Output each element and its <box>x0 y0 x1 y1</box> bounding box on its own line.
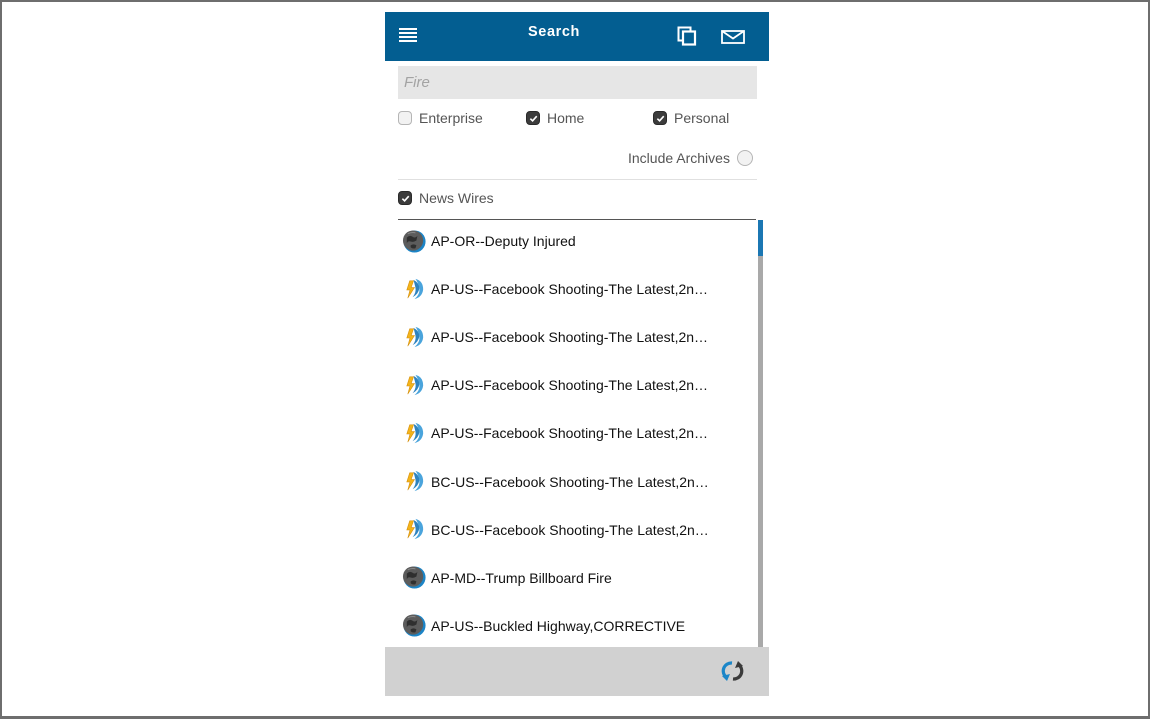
list-item[interactable]: AP-OR--Deputy Injured <box>402 221 752 261</box>
list-item-title: AP-US--Facebook Shooting-The Latest,2n… <box>431 377 709 394</box>
breaking-news-icon <box>402 277 427 302</box>
checkbox-checked-icon <box>653 111 667 125</box>
list-item-title: AP-US--Buckled Highway,CORRECTIVE <box>431 617 686 634</box>
list-item-title: BC-US--Facebook Shooting-The Latest,2n… <box>431 521 709 538</box>
scrollbar-thumb[interactable] <box>758 220 763 256</box>
include-archives-checkbox[interactable]: Include Archives <box>628 150 753 166</box>
include-archives-label: Include Archives <box>628 150 730 166</box>
list-item-title: AP-US--Facebook Shooting-The Latest,2n… <box>431 329 709 346</box>
page-title: Search <box>528 24 580 40</box>
list-item[interactable]: BC-US--Facebook Shooting-The Latest,2n… <box>402 462 752 502</box>
breaking-news-icon <box>402 421 427 446</box>
search-input[interactable] <box>398 66 757 99</box>
globe-icon <box>402 565 427 590</box>
results-list: AP-OR--Deputy Injured AP-US--Facebook Sho… <box>398 220 764 647</box>
list-item[interactable]: AP-US--Buckled Highway,CORRECTIVE <box>402 606 752 646</box>
app-header: Search <box>385 12 769 61</box>
breaking-news-icon <box>402 469 427 494</box>
personal-checkbox[interactable]: Personal <box>653 110 729 126</box>
breaking-news-icon <box>402 325 427 350</box>
list-item[interactable]: AP-US--Facebook Shooting-The Latest,2n… <box>402 317 752 357</box>
checkbox-unchecked-icon <box>398 111 412 125</box>
list-item[interactable]: AP-MD--Trump Billboard Fire <box>402 558 752 598</box>
breaking-news-icon <box>402 517 427 542</box>
personal-label: Personal <box>674 110 730 126</box>
home-checkbox[interactable]: Home <box>526 110 584 126</box>
globe-icon <box>402 229 427 254</box>
list-item[interactable]: AP-US--Facebook Shooting-The Latest,2n… <box>402 365 752 405</box>
list-item-title: AP-US--Facebook Shooting-The Latest,2n… <box>431 281 709 298</box>
list-item[interactable]: AP-US--Facebook Shooting-The Latest,2n… <box>402 269 752 309</box>
list-item-title: AP-OR--Deputy Injured <box>431 233 576 249</box>
home-label: Home <box>547 110 585 126</box>
refresh-icon[interactable] <box>721 660 744 682</box>
enterprise-checkbox[interactable]: Enterprise <box>398 110 483 126</box>
copy-windows-icon[interactable] <box>677 26 697 46</box>
checkbox-unchecked-icon <box>736 150 753 166</box>
checkbox-checked-icon <box>526 111 540 125</box>
list-item-title: AP-MD--Trump Billboard Fire <box>431 569 612 586</box>
section-divider <box>398 179 757 180</box>
list-item-title: BC-US--Facebook Shooting-The Latest,2n… <box>431 473 709 490</box>
globe-icon <box>402 613 427 638</box>
envelope-icon[interactable] <box>721 30 745 44</box>
app-window: Search Enterprise Home Personal <box>385 12 769 696</box>
scrollbar-track[interactable] <box>758 220 763 647</box>
news-wires-checkbox[interactable]: News Wires <box>398 190 494 206</box>
list-item[interactable]: AP-US--Facebook Shooting-The Latest,2n… <box>402 413 752 453</box>
enterprise-label: Enterprise <box>419 110 483 126</box>
checkbox-checked-icon <box>398 191 412 205</box>
app-footer <box>385 647 769 696</box>
list-item[interactable]: BC-US--Facebook Shooting-The Latest,2n… <box>402 510 752 550</box>
news-wires-label: News Wires <box>419 190 494 206</box>
list-item-title: AP-US--Facebook Shooting-The Latest,2n… <box>431 425 709 442</box>
breaking-news-icon <box>402 373 427 398</box>
